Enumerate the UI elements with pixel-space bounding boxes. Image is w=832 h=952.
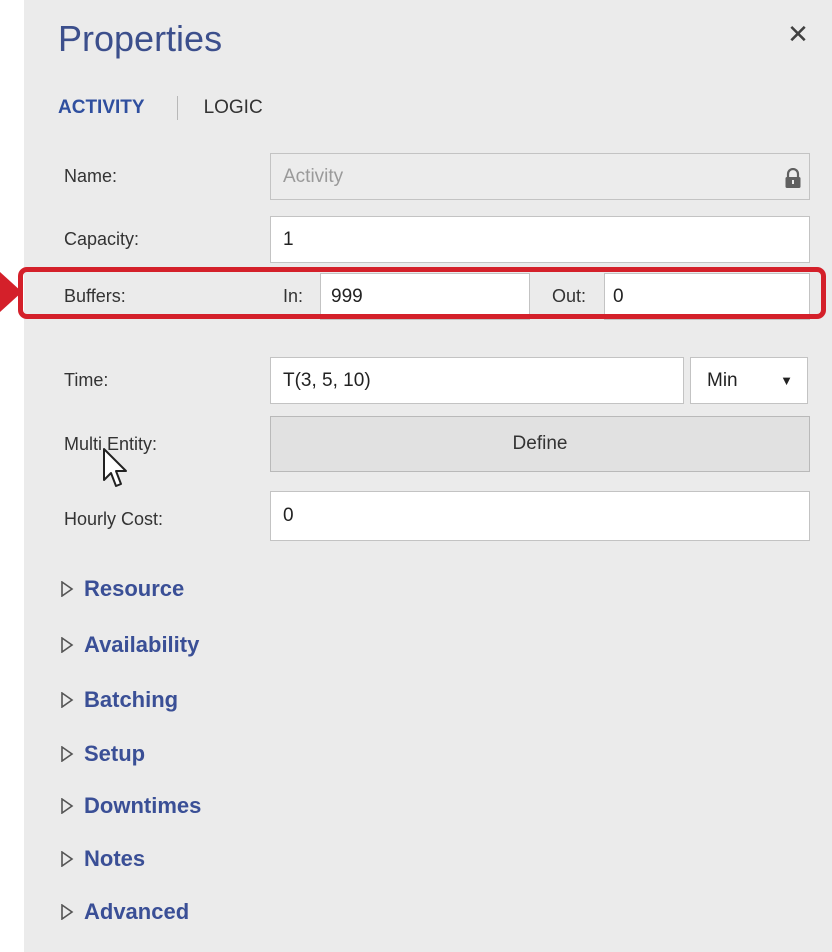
- expand-triangle-icon: [61, 904, 74, 920]
- section-downtimes[interactable]: Downtimes: [60, 793, 201, 819]
- buffers-out-label: Out:: [552, 286, 587, 306]
- annotation-arrow-icon: [0, 272, 22, 312]
- section-label: Notes: [84, 846, 146, 871]
- expand-triangle-icon: [61, 851, 74, 867]
- capacity-field[interactable]: [270, 216, 810, 263]
- tab-logic[interactable]: LOGIC: [204, 97, 263, 119]
- expand-triangle-icon: [61, 692, 74, 708]
- section-advanced[interactable]: Advanced: [60, 899, 189, 925]
- tab-bar: ACTIVITY LOGIC: [58, 96, 263, 120]
- section-setup[interactable]: Setup: [60, 741, 145, 767]
- capacity-label: Capacity:: [64, 229, 140, 249]
- section-availability[interactable]: Availability: [60, 632, 199, 658]
- tab-activity[interactable]: ACTIVITY: [58, 97, 145, 119]
- expand-triangle-icon: [61, 746, 74, 762]
- panel-title: Properties: [58, 18, 223, 59]
- mouse-cursor-icon: [103, 448, 127, 487]
- section-label: Availability: [84, 632, 200, 657]
- name-field[interactable]: [270, 153, 810, 200]
- dropdown-icon: ▼: [780, 373, 793, 388]
- buffers-in-label: In:: [283, 286, 304, 306]
- section-label: Advanced: [84, 899, 190, 924]
- section-notes[interactable]: Notes: [60, 846, 145, 872]
- lock-icon: [785, 168, 801, 188]
- expand-triangle-icon: [61, 581, 74, 597]
- define-button[interactable]: Define: [270, 416, 810, 472]
- time-label: Time:: [64, 370, 109, 390]
- section-label: Resource: [84, 576, 185, 601]
- section-label: Setup: [84, 741, 146, 766]
- time-field[interactable]: [270, 357, 684, 404]
- expand-triangle-icon: [61, 798, 74, 814]
- buffers-out-field[interactable]: [604, 273, 810, 320]
- buffers-label: Buffers:: [64, 286, 126, 306]
- close-icon[interactable]: ✕: [786, 21, 810, 47]
- buffers-in-field[interactable]: [320, 273, 530, 320]
- name-label: Name:: [64, 166, 118, 186]
- section-label: Batching: [84, 687, 179, 712]
- tab-divider: [176, 96, 178, 120]
- hourly-cost-label: Hourly Cost:: [64, 509, 164, 529]
- section-label: Downtimes: [84, 793, 202, 818]
- time-unit-select[interactable]: Min ▼: [690, 357, 808, 404]
- section-resource[interactable]: Resource: [60, 576, 184, 602]
- section-batching[interactable]: Batching: [60, 687, 178, 713]
- expand-triangle-icon: [61, 637, 74, 653]
- hourly-cost-field[interactable]: [270, 491, 810, 541]
- time-unit-value: Min: [707, 369, 738, 391]
